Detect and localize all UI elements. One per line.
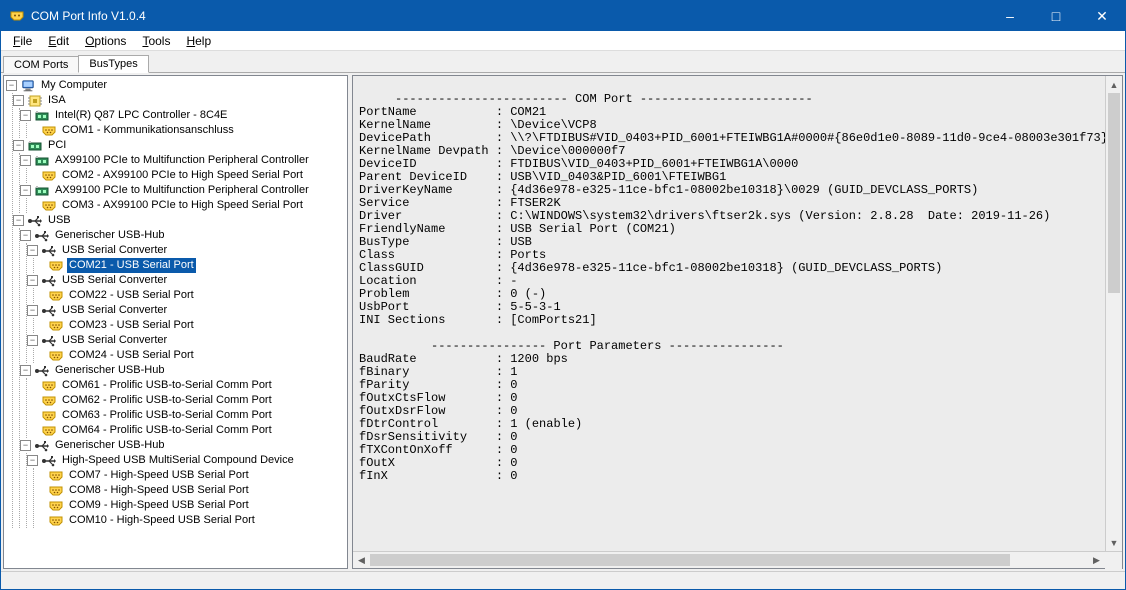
menu-file[interactable]: File [5, 32, 40, 50]
tree-conv2[interactable]: USB Serial Converter [60, 273, 169, 288]
tab-comports[interactable]: COM Ports [3, 56, 79, 73]
scroll-left-icon[interactable]: ◀ [353, 552, 370, 568]
scrollbar-thumb[interactable] [370, 554, 1010, 566]
app-window: COM Port Info V1.0.4 – □ ✕ File Edit Opt… [0, 0, 1126, 590]
tree-toggle[interactable]: − [20, 440, 31, 451]
resize-grip[interactable] [1105, 552, 1122, 569]
tree-isa-ctrl[interactable]: Intel(R) Q87 LPC Controller - 8C4E [53, 108, 229, 123]
tree-com1[interactable]: COM1 - Kommunikationsanschluss [60, 123, 236, 138]
tree-pci-ctrl1[interactable]: AX99100 PCIe to Multifunction Peripheral… [53, 153, 311, 168]
port-icon [48, 513, 64, 528]
app-title: COM Port Info V1.0.4 [31, 9, 987, 23]
menu-options[interactable]: Options [77, 32, 134, 50]
tree-hub2[interactable]: Generischer USB-Hub [53, 363, 166, 378]
tree-com62[interactable]: COM62 - Prolific USB-to-Serial Comm Port [60, 393, 274, 408]
menu-tools[interactable]: Tools [134, 32, 178, 50]
scrollbar-horizontal[interactable]: ◀ ▶ [353, 551, 1122, 568]
tree-com61[interactable]: COM61 - Prolific USB-to-Serial Comm Port [60, 378, 274, 393]
info-pane: ------------------------ COM Port ------… [352, 75, 1123, 569]
scroll-right-icon[interactable]: ▶ [1088, 552, 1105, 568]
tabstrip: COM Ports BusTypes [1, 51, 1125, 73]
tab-bustypes[interactable]: BusTypes [78, 55, 148, 73]
tree-com2[interactable]: COM2 - AX99100 PCIe to High Speed Serial… [60, 168, 305, 183]
statusbar [1, 571, 1125, 589]
tree-toggle[interactable]: − [20, 230, 31, 241]
tree-com64[interactable]: COM64 - Prolific USB-to-Serial Comm Port [60, 423, 274, 438]
tree-toggle[interactable]: − [20, 365, 31, 376]
tree-com21[interactable]: COM21 - USB Serial Port [67, 258, 196, 273]
tree-com8[interactable]: COM8 - High-Speed USB Serial Port [67, 483, 251, 498]
tree-toggle[interactable]: − [13, 215, 24, 226]
device-tree[interactable]: −My Computer −ISA −Intel(R) Q87 LPC Cont… [3, 75, 348, 569]
tree-toggle[interactable]: − [13, 140, 24, 151]
tree-com24[interactable]: COM24 - USB Serial Port [67, 348, 196, 363]
tree-com10[interactable]: COM10 - High-Speed USB Serial Port [67, 513, 257, 528]
tree-com7[interactable]: COM7 - High-Speed USB Serial Port [67, 468, 251, 483]
tree-com3[interactable]: COM3 - AX99100 PCIe to High Speed Serial… [60, 198, 305, 213]
tree-com9[interactable]: COM9 - High-Speed USB Serial Port [67, 498, 251, 513]
tree-conv3[interactable]: USB Serial Converter [60, 303, 169, 318]
scrollbar-vertical[interactable]: ▲ ▼ [1105, 76, 1122, 551]
tree-hub1[interactable]: Generischer USB-Hub [53, 228, 166, 243]
scroll-up-icon[interactable]: ▲ [1106, 76, 1122, 93]
info-text[interactable]: ------------------------ COM Port ------… [353, 76, 1122, 487]
tree-com22[interactable]: COM22 - USB Serial Port [67, 288, 196, 303]
tree-toggle[interactable]: − [27, 455, 38, 466]
scrollbar-thumb[interactable] [1108, 93, 1120, 293]
minimize-button[interactable]: – [987, 1, 1033, 31]
tree-toggle[interactable]: − [27, 275, 38, 286]
tree-hub3[interactable]: Generischer USB-Hub [53, 438, 166, 453]
maximize-button[interactable]: □ [1033, 1, 1079, 31]
menu-edit[interactable]: Edit [40, 32, 77, 50]
tree-com23[interactable]: COM23 - USB Serial Port [67, 318, 196, 333]
close-button[interactable]: ✕ [1079, 1, 1125, 31]
tree-pci-ctrl2[interactable]: AX99100 PCIe to Multifunction Peripheral… [53, 183, 311, 198]
menubar: File Edit Options Tools Help [1, 31, 1125, 51]
tree-com63[interactable]: COM63 - Prolific USB-to-Serial Comm Port [60, 408, 274, 423]
tree-conv4[interactable]: USB Serial Converter [60, 333, 169, 348]
menu-help[interactable]: Help [178, 32, 219, 50]
tree-conv1[interactable]: USB Serial Converter [60, 243, 169, 258]
app-icon [9, 8, 25, 24]
titlebar[interactable]: COM Port Info V1.0.4 – □ ✕ [1, 1, 1125, 31]
tree-compound[interactable]: High-Speed USB MultiSerial Compound Devi… [60, 453, 296, 468]
tree-toggle[interactable]: − [6, 80, 17, 91]
tree-toggle[interactable]: − [13, 95, 24, 106]
tree-toggle[interactable]: − [27, 245, 38, 256]
scroll-down-icon[interactable]: ▼ [1106, 534, 1122, 551]
